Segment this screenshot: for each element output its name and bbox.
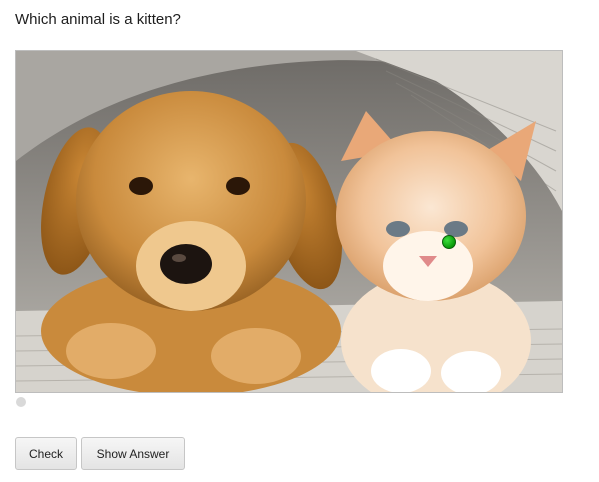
- puppy-kitten-image: [16, 51, 562, 392]
- show-answer-button[interactable]: Show Answer: [81, 437, 185, 470]
- pager-dot[interactable]: [16, 397, 26, 407]
- hotspot-image-area[interactable]: [15, 50, 563, 393]
- hotspot-marker[interactable]: [442, 235, 456, 249]
- question-text: Which animal is a kitten?: [15, 11, 181, 28]
- check-button[interactable]: Check: [15, 437, 77, 470]
